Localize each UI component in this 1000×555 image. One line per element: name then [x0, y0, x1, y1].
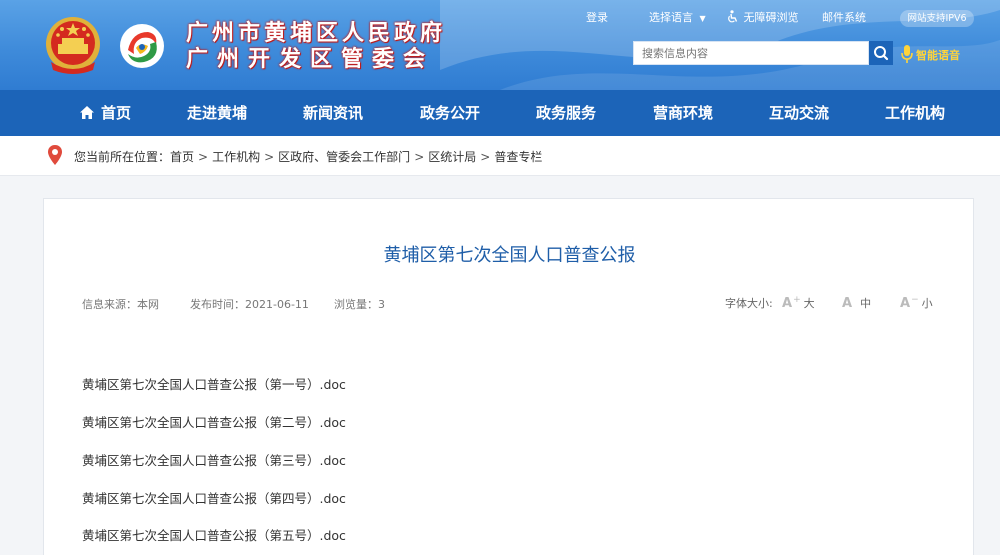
nav-item-interaction[interactable]: 互动交流 [754, 90, 844, 136]
breadcrumb-link-census[interactable]: 普查专栏 [494, 150, 542, 164]
font-size-large-label: 大 [803, 297, 815, 310]
nav-item-agencies[interactable]: 工作机构 [870, 90, 960, 136]
plus-icon: + [793, 295, 801, 306]
article-title: 黄埔区第七次全国人口普查公报 [383, 245, 636, 266]
font-size-medium-button[interactable]: A中 [842, 295, 871, 311]
breadcrumb: 您当前所在位置：首页 > 工作机构 > 区政府、管委会工作部门 > 区统计局 > 普查专栏 [74, 148, 542, 165]
article-publish-date: 发布时间：2021-06-11 [190, 298, 309, 311]
nav-item-gov-disclosure[interactable]: 政务公开 [405, 90, 495, 136]
nav-item-gov-services[interactable]: 政务服务 [521, 90, 611, 136]
main-nav: 首页 走进黄埔 新闻资讯 政务公开 政务服务 营商环境 互动交流 工作机构 [0, 90, 1000, 136]
breadcrumb-link-home[interactable]: 首页 [170, 150, 194, 164]
mail-system-link[interactable]: 邮件系统 [822, 9, 866, 25]
font-normal-icon: A [842, 296, 853, 311]
breadcrumb-separator: > [198, 150, 209, 164]
top-links: 登录 选择语言 ▼ 无障碍浏览 邮件系统 [0, 7, 1000, 27]
breadcrumb-separator: > [264, 150, 275, 164]
location-pin-icon [48, 145, 62, 165]
font-size-medium-label: 中 [860, 297, 872, 310]
microphone-icon [901, 45, 913, 63]
font-size-label: 字体大小: [725, 297, 773, 310]
breadcrumb-separator: > [414, 150, 425, 164]
attachment-link[interactable]: 黄埔区第七次全国人口普查公报（第一号）.doc [82, 374, 346, 393]
site-header: 广州市黄埔区人民政府 广州开发区管委会 登录 选择语言 ▼ 无障碍浏览 邮件系统… [0, 0, 1000, 90]
language-selector[interactable]: 选择语言 ▼ [649, 9, 706, 25]
caret-down-icon: ▼ [699, 14, 706, 23]
nav-item-label: 首页 [100, 104, 131, 122]
accessibility-link[interactable]: 无障碍浏览 [726, 9, 799, 25]
article-view-count: 浏览量：3 [334, 298, 385, 311]
attachment-link[interactable]: 黄埔区第七次全国人口普查公报（第二号）.doc [82, 412, 346, 431]
breadcrumb-link-statistics-bureau[interactable]: 区统计局 [428, 150, 476, 164]
accessibility-label: 无障碍浏览 [743, 11, 799, 24]
nav-item-about-huangpu[interactable]: 走进黄埔 [172, 90, 262, 136]
font-size-small-label: 小 [921, 297, 933, 310]
breadcrumb-link-agencies[interactable]: 工作机构 [212, 150, 260, 164]
breadcrumb-separator: > [480, 150, 491, 164]
attachment-link[interactable]: 黄埔区第七次全国人口普查公报（第四号）.doc [82, 488, 346, 507]
article-source: 信息来源：本网 [82, 298, 159, 311]
nav-item-business-env[interactable]: 营商环境 [638, 90, 728, 136]
search-button[interactable] [869, 41, 893, 65]
font-larger-icon: A [782, 296, 793, 311]
article-card: 黄埔区第七次全国人口普查公报 信息来源：本网 发布时间：2021-06-11 浏… [43, 198, 974, 555]
wheelchair-icon [728, 10, 738, 23]
breadcrumb-link-departments[interactable]: 区政府、管委会工作部门 [278, 150, 410, 164]
voice-assistant-button[interactable]: 智能语音 [900, 44, 972, 64]
site-title-line2: 广州开发区管委会 [186, 46, 435, 72]
home-icon [79, 106, 94, 119]
font-smaller-icon: A [900, 296, 911, 311]
voice-label: 智能语音 [916, 49, 960, 62]
breadcrumb-prefix: 您当前所在位置： [74, 150, 171, 164]
breadcrumb-bar: 您当前所在位置：首页 > 工作机构 > 区政府、管委会工作部门 > 区统计局 > 普查专栏 [0, 136, 1000, 176]
attachment-link[interactable]: 黄埔区第七次全国人口普查公报（第五号）.doc [82, 525, 346, 544]
site-title[interactable]: 广州市黄埔区人民政府 广州开发区管委会 [186, 20, 446, 72]
language-label: 选择语言 [649, 11, 693, 24]
huangpu-district-logo[interactable] [118, 22, 166, 70]
font-size-small-button[interactable]: A− 小 [900, 295, 933, 311]
minus-icon: − [911, 295, 919, 306]
ipv6-badge: 网站支持IPV6 [900, 10, 974, 27]
nav-item-home[interactable]: 首页 [60, 90, 150, 136]
login-link[interactable]: 登录 [586, 9, 608, 25]
font-size-large-button[interactable]: A+ 大 [782, 295, 815, 311]
search-icon [874, 46, 889, 61]
search-input[interactable] [633, 41, 869, 65]
attachment-link[interactable]: 黄埔区第七次全国人口普查公报（第三号）.doc [82, 450, 346, 469]
nav-item-news[interactable]: 新闻资讯 [288, 90, 378, 136]
